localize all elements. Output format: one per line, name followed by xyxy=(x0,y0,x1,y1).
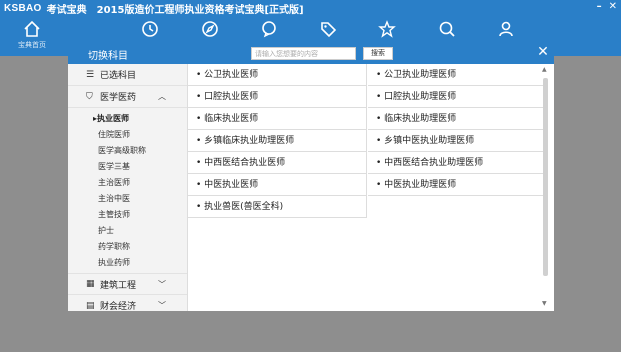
scroll-down-icon[interactable]: ▼ xyxy=(542,300,547,307)
subject-item[interactable]: • 执业兽医(兽医全科) xyxy=(188,196,367,218)
sidebar-item-finance[interactable]: ▤ 财会经济 ﹀ xyxy=(68,295,187,312)
subject-list: • 公卫执业医师 • 公卫执业助理医师 • 口腔执业医师 • 口腔执业助理医师 … xyxy=(188,64,554,311)
sidebar-subitem[interactable]: 护士 xyxy=(68,223,187,239)
building-icon: ▦ xyxy=(86,279,95,289)
subject-item[interactable]: • 临床执业医师 xyxy=(188,108,367,130)
sidebar-subitem[interactable]: 住院医师 xyxy=(68,127,187,143)
scroll-up-icon[interactable]: ▲ xyxy=(542,66,547,73)
subject-item[interactable]: • 口腔执业助理医师 xyxy=(368,86,545,108)
window-controls: – ✕ xyxy=(597,2,617,12)
sidebar-item-construction[interactable]: ▦ 建筑工程 ﹀ xyxy=(68,273,187,295)
medical-sublist: ▸执业医师 住院医师 医学高级职称 医学三基 主治医师 主治中医 主管技师 护士… xyxy=(68,108,187,271)
brand-logo: KSBAO xyxy=(4,2,42,14)
sidebar-subitem[interactable]: 主治中医 xyxy=(68,191,187,207)
sidebar-subitem[interactable]: 主管技师 xyxy=(68,207,187,223)
subject-item[interactable]: • 中医执业助理医师 xyxy=(368,174,545,196)
close-window-icon[interactable]: ✕ xyxy=(609,2,617,12)
dialog-header: 切换科目 搜索 ✕ xyxy=(68,43,554,64)
sidebar-subitem[interactable]: 执业药师 xyxy=(68,255,187,271)
shield-icon: ⛉ xyxy=(86,91,93,102)
switch-subject-dialog: 切换科目 搜索 ✕ ☰ 已选科目 ⛉ 医学医药 ︿ ▸执业医师 住院医师 医学高… xyxy=(68,43,554,311)
subject-item[interactable]: • 乡镇临床执业助理医师 xyxy=(188,130,367,152)
chat-icon xyxy=(262,21,276,38)
compass-icon xyxy=(202,21,218,37)
title-bar: KSBAO 考试宝典 2015版造价工程师执业资格考试宝典[正式版] – ✕ xyxy=(0,0,621,16)
toolbar-item-home[interactable]: 宝典首页 xyxy=(12,16,52,56)
ledger-icon: ▤ xyxy=(86,300,95,311)
subject-item[interactable]: • 乡镇中医执业助理医师 xyxy=(368,130,545,152)
subject-item[interactable]: • 中医执业医师 xyxy=(188,174,367,196)
tag-icon xyxy=(321,22,337,38)
close-icon[interactable]: ✕ xyxy=(536,45,550,60)
search-icon xyxy=(439,21,455,37)
sidebar-subitem-practicing-physician[interactable]: ▸执业医师 xyxy=(68,111,187,127)
brand-subtitle: 考试宝典 xyxy=(46,4,87,16)
toolbar-item-label: 宝典首页 xyxy=(18,41,46,49)
sidebar-subitem[interactable]: 药学职称 xyxy=(68,239,187,255)
sidebar-subitem[interactable]: 主治医师 xyxy=(68,175,187,191)
search-input[interactable] xyxy=(251,47,356,60)
sidebar-subitem[interactable]: 医学高级职称 xyxy=(68,143,187,159)
sidebar-item-selected[interactable]: ☰ 已选科目 xyxy=(68,64,187,86)
chevron-up-icon: ︿ xyxy=(158,92,166,101)
chevron-down-icon: ﹀ xyxy=(158,301,166,310)
chevron-down-icon: ﹀ xyxy=(158,279,166,289)
minimize-icon[interactable]: – xyxy=(597,2,602,12)
subject-item[interactable]: • 临床执业助理医师 xyxy=(368,108,545,130)
category-sidebar: ☰ 已选科目 ⛉ 医学医药 ︿ ▸执业医师 住院医师 医学高级职称 医学三基 主… xyxy=(68,64,188,311)
subject-item[interactable]: • 中西医结合执业医师 xyxy=(188,152,367,174)
scrollbar[interactable]: ▲ ▼ xyxy=(540,66,550,309)
list-icon: ☰ xyxy=(86,69,95,80)
app-title: 2015版造价工程师执业资格考试宝典[正式版] xyxy=(96,4,304,16)
star-icon xyxy=(378,20,396,38)
home-icon xyxy=(24,20,40,37)
sidebar-item-label: 医学医药 xyxy=(100,93,137,103)
dialog-title: 切换科目 xyxy=(88,51,128,62)
sidebar-item-medical[interactable]: ⛉ 医学医药 ︿ xyxy=(68,86,187,108)
sidebar-item-label: 财会经济 xyxy=(100,302,137,311)
sidebar-item-label: 已选科目 xyxy=(100,71,137,81)
clock-icon xyxy=(142,21,158,37)
sidebar-item-label: 建筑工程 xyxy=(100,280,137,291)
subject-item[interactable]: • 公卫执业医师 xyxy=(188,64,367,86)
subject-item[interactable]: • 中西医结合执业助理医师 xyxy=(368,152,545,174)
subject-item[interactable]: • 公卫执业助理医师 xyxy=(368,64,545,86)
subject-item[interactable]: • 口腔执业医师 xyxy=(188,86,367,108)
scrollbar-thumb[interactable] xyxy=(543,78,548,276)
sidebar-subitem[interactable]: 医学三基 xyxy=(68,159,187,175)
user-icon xyxy=(499,21,513,37)
search-button[interactable]: 搜索 xyxy=(363,47,393,60)
